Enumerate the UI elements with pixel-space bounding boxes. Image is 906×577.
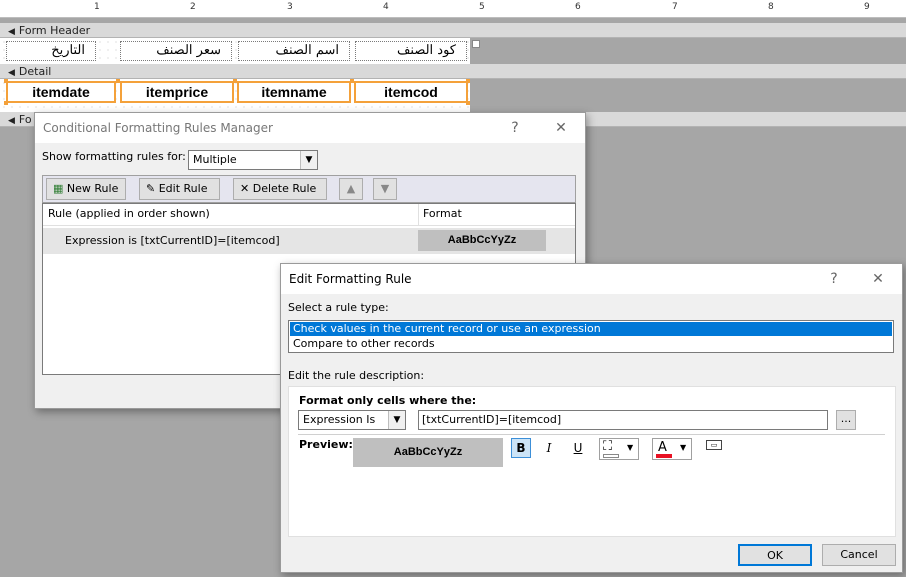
underline-button[interactable]: U [568, 438, 588, 458]
selection-handle[interactable] [4, 79, 8, 83]
format-only-label: Format only cells where the: [299, 394, 477, 407]
expression-builder-button[interactable]: ... [836, 410, 856, 430]
detail-field-itemcod[interactable]: itemcod [354, 81, 468, 103]
dialog-title: Edit Formatting Rule [281, 264, 902, 294]
move-down-button[interactable]: ▼ [373, 178, 397, 200]
help-button[interactable]: ? [495, 113, 535, 143]
close-button[interactable]: ✕ [541, 113, 581, 143]
help-button[interactable]: ? [814, 264, 854, 294]
column-header-format[interactable]: Format [418, 204, 575, 226]
font-color-swatch [656, 454, 672, 458]
fill-color-swatch [603, 454, 619, 458]
header-label-name[interactable]: اسم الصنف [238, 41, 350, 61]
font-color-icon: A [658, 440, 667, 455]
form-footer-label: Fo [18, 113, 32, 126]
rule-expression: Expression is [txtCurrentID]=[itemcod] [65, 234, 280, 247]
fill-color-button[interactable]: ⛶ ▼ [599, 438, 639, 460]
selection-handle[interactable] [233, 79, 237, 83]
rule-type-option[interactable]: Compare to other records [290, 337, 892, 351]
expression-input[interactable]: [txtCurrentID]=[itemcod] [418, 410, 828, 430]
detail-field-itemdate[interactable]: itemdate [6, 81, 116, 103]
rule-type-option-selected[interactable]: Check values in the current record or us… [290, 322, 892, 336]
edit-rule-icon: ✎ [146, 182, 156, 195]
close-button[interactable]: ✕ [858, 264, 898, 294]
delete-rule-label: Delete Rule [252, 182, 317, 195]
rule-format-preview: AaBbCcYyZz [418, 230, 546, 251]
new-rule-label: New Rule [66, 182, 119, 195]
selection-handle[interactable] [350, 79, 354, 83]
preview-box: AaBbCcYyZz [353, 438, 503, 467]
column-header-rule[interactable]: Rule (applied in order shown) [43, 204, 418, 226]
ruler-number: 7 [672, 2, 678, 12]
header-label-date[interactable]: التاريخ [6, 41, 96, 61]
edit-rule-label: Edit Rule [158, 182, 208, 195]
chevron-down-icon: ▼ [627, 443, 634, 452]
edit-rule-button[interactable]: ✎ Edit Rule [139, 178, 220, 200]
cancel-button[interactable]: Cancel [822, 544, 896, 566]
rule-type-list: Check values in the current record or us… [288, 320, 894, 353]
selection-handle[interactable] [466, 101, 470, 105]
arrow-up-icon: ▲ [346, 182, 356, 195]
collapse-arrow-icon: ◀ [8, 116, 15, 126]
bold-button[interactable]: B [511, 438, 531, 458]
design-background [470, 79, 906, 112]
show-rules-select[interactable]: Multiple ▼ [188, 150, 318, 170]
show-rules-value: Multiple [193, 153, 237, 166]
divider [298, 434, 885, 435]
detail-field-itemprice[interactable]: itemprice [120, 81, 234, 103]
edit-formatting-rule-dialog: Edit Formatting Rule ? ✕ Select a rule t… [280, 263, 903, 573]
detail-field-itemname[interactable]: itemname [237, 81, 351, 103]
condition-value: Expression Is [303, 413, 376, 426]
ruler-number: 6 [575, 2, 581, 12]
databar-icon[interactable]: ▭ [706, 440, 722, 450]
move-up-button[interactable]: ▲ [339, 178, 363, 200]
ruler-number: 3 [287, 2, 293, 12]
select-rule-type-label: Select a rule type: [288, 301, 389, 314]
ok-button[interactable]: OK [738, 544, 812, 566]
detail-bar[interactable]: ◀ Detail [0, 64, 906, 79]
preview-label: Preview: [299, 438, 353, 451]
selection-handle[interactable] [4, 101, 8, 105]
resize-handle-icon[interactable] [472, 40, 480, 48]
ruler-number: 1 [94, 2, 100, 12]
delete-icon: ✕ [240, 182, 250, 195]
chevron-down-icon: ▼ [388, 411, 405, 429]
selection-handle[interactable] [116, 79, 120, 83]
italic-button[interactable]: I [539, 438, 559, 458]
chevron-down-icon: ▼ [300, 151, 317, 169]
new-rule-icon: ▦ [53, 182, 64, 195]
edit-description-label: Edit the rule description: [288, 369, 425, 382]
ruler-number: 8 [768, 2, 774, 12]
delete-rule-button[interactable]: ✕ Delete Rule [233, 178, 327, 200]
selection-handle[interactable] [466, 79, 470, 83]
show-rules-label: Show formatting rules for: [42, 150, 186, 163]
header-label-code[interactable]: كود الصنف [355, 41, 467, 61]
form-header-bar[interactable]: ◀ Form Header [0, 23, 906, 38]
ruler-number: 4 [383, 2, 389, 12]
header-label-price[interactable]: سعر الصنف [120, 41, 232, 61]
chevron-down-icon: ▼ [680, 443, 687, 452]
design-background [470, 38, 906, 64]
horizontal-ruler: 1 2 3 4 5 6 7 8 9 [0, 0, 906, 18]
paint-bucket-icon: ⛶ [603, 439, 613, 454]
rule-row[interactable]: Expression is [txtCurrentID]=[itemcod] A… [43, 228, 575, 254]
ruler-number: 9 [864, 2, 870, 12]
form-header-label: Form Header [18, 24, 91, 37]
font-color-button[interactable]: A ▼ [652, 438, 692, 460]
new-rule-button[interactable]: ▦ New Rule [46, 178, 126, 200]
ruler-number: 2 [190, 2, 196, 12]
collapse-arrow-icon: ◀ [8, 27, 15, 37]
collapse-arrow-icon: ◀ [8, 68, 15, 78]
detail-label: Detail [18, 65, 52, 78]
ruler-number: 5 [479, 2, 485, 12]
condition-select[interactable]: Expression Is ▼ [298, 410, 406, 430]
arrow-down-icon: ▼ [380, 182, 390, 195]
